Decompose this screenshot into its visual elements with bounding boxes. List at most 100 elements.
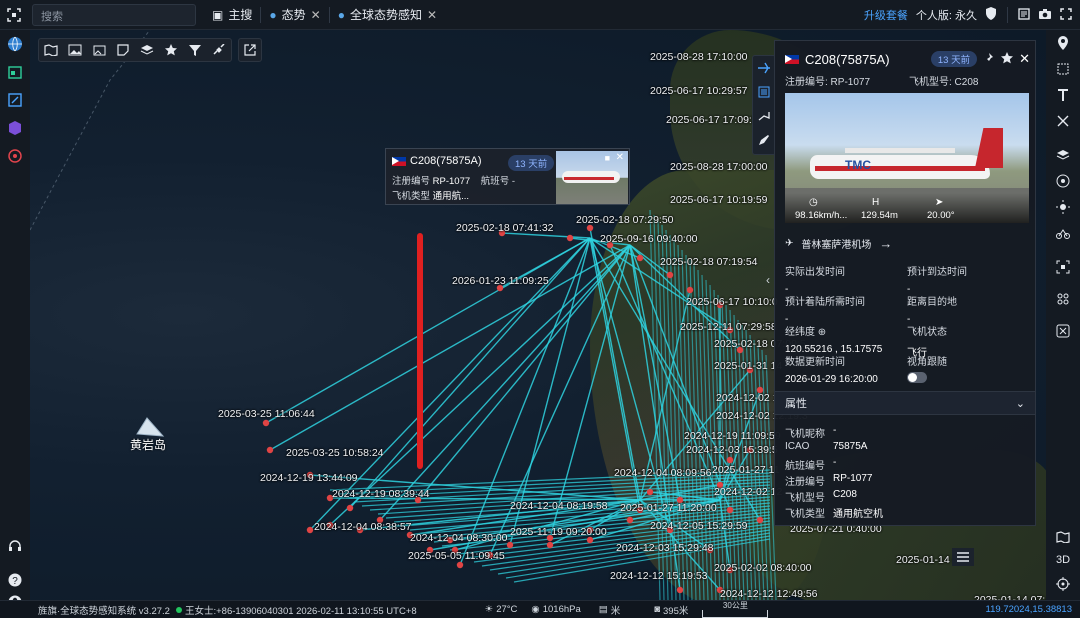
track-point[interactable] xyxy=(686,286,694,294)
follow-toggle[interactable] xyxy=(907,372,927,383)
pin-icon[interactable] xyxy=(983,52,995,67)
select-area-icon[interactable] xyxy=(1046,56,1080,82)
edit-icon[interactable] xyxy=(0,86,30,114)
target-icon[interactable] xyxy=(0,142,30,170)
document-icon[interactable] xyxy=(1018,7,1030,23)
fullscreen-icon[interactable] xyxy=(1060,7,1072,23)
track-point[interactable] xyxy=(646,488,654,496)
bike-icon[interactable] xyxy=(1046,220,1080,246)
top-bar: 搜索 ▣ 主搜 ● 态势 ✕ ● 全球态势感知 ✕ 升级套餐 个人版: 永久 xyxy=(0,0,1080,30)
panel-tools xyxy=(752,55,776,155)
close-icon[interactable]: ✕ xyxy=(1019,51,1030,67)
unit[interactable]: 米 xyxy=(611,603,621,617)
cube-icon[interactable] xyxy=(0,114,30,142)
globe-icon: ● xyxy=(269,7,277,22)
track-timestamp-label: 2025-06-17 17:09:5 xyxy=(666,114,758,126)
track-point[interactable] xyxy=(456,561,464,569)
track-point[interactable] xyxy=(346,504,354,512)
track-point[interactable] xyxy=(626,516,634,524)
headset-icon[interactable] xyxy=(0,532,30,560)
aircraft-hover-popup[interactable]: C208(75875A) 13 天前 注册编号 RP-1077 航班号 - 飞机… xyxy=(385,148,630,205)
track-point[interactable] xyxy=(546,541,554,549)
weather-icon[interactable] xyxy=(1046,194,1080,220)
search-input[interactable]: 搜索 xyxy=(32,3,196,26)
layers-icon[interactable] xyxy=(1046,142,1080,168)
track-timestamp-label: 2025-08-28 17:00:00 xyxy=(670,161,768,173)
track-point[interactable] xyxy=(306,526,314,534)
track-point[interactable] xyxy=(756,516,764,524)
logo-icon[interactable] xyxy=(0,0,28,30)
panel-model: 飞机型号: C208 xyxy=(909,77,979,88)
globe-icon[interactable] xyxy=(0,30,30,58)
track-timestamp-label: 2025-06-17 10:10:0 xyxy=(686,296,778,308)
user-info: 王女士:+86-13906040301 2026-02-11 13:10:55 … xyxy=(184,605,417,617)
external-link-icon[interactable] xyxy=(238,38,262,62)
search-tab-icon: ▣ xyxy=(212,7,224,22)
satellite-icon[interactable] xyxy=(207,39,231,61)
track-timestamp-label: 2024-12-04 08:09:56 xyxy=(614,467,712,479)
filter-icon[interactable] xyxy=(183,39,207,61)
pressure: 1016hPa xyxy=(542,604,581,615)
list-icon[interactable] xyxy=(753,80,775,104)
track-point[interactable] xyxy=(676,586,684,594)
track-point[interactable] xyxy=(262,419,270,427)
speed-icon: ◷ xyxy=(809,197,818,208)
track-point[interactable] xyxy=(566,234,574,242)
locate-icon[interactable] xyxy=(1046,571,1080,597)
note-icon[interactable] xyxy=(111,39,135,61)
track-timestamp-label: 2025-12-11 07:29:58 xyxy=(680,321,777,333)
tab-label: 全球态势感知 xyxy=(349,8,422,22)
plane-icon[interactable] xyxy=(753,56,775,80)
tab-situation[interactable]: ● 态势 ✕ xyxy=(263,0,326,30)
shield-icon[interactable] xyxy=(985,7,997,23)
calendar-icon[interactable] xyxy=(0,58,30,86)
app-version: 旌旗·全球态势感知系统 v3.27.2 xyxy=(38,605,170,617)
grid-icon[interactable] xyxy=(1046,286,1080,312)
track-point[interactable] xyxy=(726,506,734,514)
gallery-icon[interactable] xyxy=(87,39,111,61)
track-point[interactable] xyxy=(666,271,674,279)
text-icon[interactable] xyxy=(1046,82,1080,108)
track-timestamp-label: 2025-11-19 09:20:00 xyxy=(510,526,607,538)
location-pin-icon[interactable] xyxy=(1046,30,1080,56)
tab-global-awareness[interactable]: ● 全球态势感知 ✕ xyxy=(332,0,443,30)
radar-icon[interactable] xyxy=(1046,168,1080,194)
collapse-panel-icon[interactable]: ‹ xyxy=(762,265,774,295)
track-timestamp-label: 2024-12-04 08:38:57 xyxy=(314,521,412,533)
measure-icon[interactable] xyxy=(1046,108,1080,134)
track-point[interactable] xyxy=(266,446,274,454)
locate-icon[interactable]: ⊕ xyxy=(818,327,826,338)
menu-icon[interactable] xyxy=(952,548,974,566)
left-sidebar: ? xyxy=(0,30,30,609)
latlng-field: 经纬度 ⊕ 120.55216 , 15.17575 xyxy=(785,327,883,355)
track-timestamp-label: 2024-12-12 12:49:56 xyxy=(720,588,818,600)
update-field: 数据更新时间 2026-01-29 16:20:00 xyxy=(785,357,878,385)
camera-icon[interactable] xyxy=(1038,8,1052,23)
track-point[interactable] xyxy=(636,254,644,262)
star-icon[interactable] xyxy=(159,39,183,61)
close-icon[interactable]: ✕ xyxy=(311,8,321,22)
image-icon[interactable] xyxy=(63,39,87,61)
3d-toggle-button[interactable]: 3D xyxy=(1046,547,1080,573)
close-icon[interactable]: ✕ xyxy=(616,152,624,163)
route-icon[interactable] xyxy=(753,104,775,128)
close-icon[interactable]: ✕ xyxy=(427,8,437,22)
tools-icon[interactable] xyxy=(1046,318,1080,344)
route-row[interactable]: ✈ 普林塞萨港机场 → xyxy=(785,236,892,251)
track-point[interactable] xyxy=(726,456,734,464)
trash-icon[interactable]: ■ xyxy=(605,153,610,163)
follow-field: 视角跟随 xyxy=(907,353,947,386)
map-toolbar xyxy=(38,38,232,62)
pen-icon[interactable] xyxy=(753,128,775,152)
tab-main-search[interactable]: ▣ 主搜 xyxy=(206,0,258,30)
upgrade-link[interactable]: 升级套餐 xyxy=(864,7,908,23)
track-timestamp-label: 2025-02-18 07:29:50 xyxy=(576,214,674,226)
focus-icon[interactable] xyxy=(1046,254,1080,280)
popup-title-text: C208(75875A) xyxy=(410,155,482,167)
star-icon[interactable] xyxy=(1001,51,1014,67)
track-timestamp-label: 2025-01-31 14 xyxy=(714,360,783,372)
track-timestamp-label: 2025-01-27 11:20:00 xyxy=(620,502,717,514)
map-icon[interactable] xyxy=(39,39,63,61)
layers-icon[interactable] xyxy=(135,39,159,61)
attributes-section-header[interactable]: 属性 ⌄ xyxy=(775,391,1035,415)
